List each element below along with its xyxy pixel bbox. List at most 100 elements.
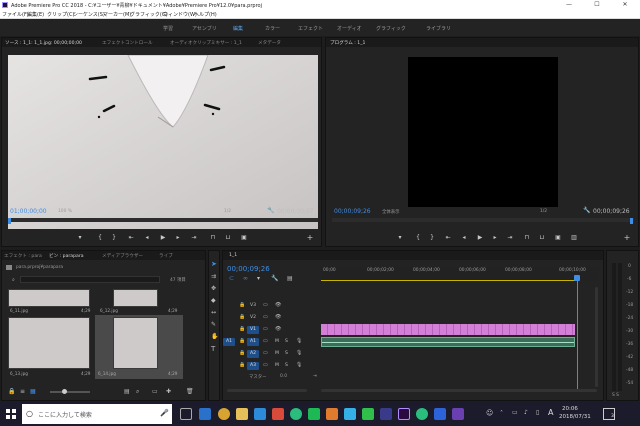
tab-effects[interactable]: エフェクト : para — [4, 253, 42, 259]
solo-button[interactable]: S — [285, 351, 288, 356]
linked-selection-icon[interactable]: ∞ — [243, 275, 248, 282]
export-frame-icon[interactable]: ▣ — [554, 234, 562, 241]
menu-file[interactable]: ファイル(F) — [2, 11, 29, 18]
program-time-ruler[interactable] — [332, 218, 634, 222]
selection-tool-icon[interactable]: ➤ — [211, 260, 217, 268]
track-label-a1[interactable]: A1 — [247, 338, 259, 346]
action-center-icon[interactable]: 3 — [603, 408, 615, 420]
pen-tool-icon[interactable]: ✎ — [211, 321, 216, 328]
add-button-icon[interactable]: + — [623, 233, 631, 242]
workspace-color[interactable]: カラー — [265, 25, 280, 32]
menu-sequence[interactable]: シーケンス(S) — [73, 11, 105, 18]
tab-libraries[interactable]: ライブ — [159, 253, 173, 259]
tab-sequence[interactable]: 1_1 — [229, 253, 237, 258]
timeline-timecode[interactable]: 00;00;09;26 — [227, 265, 270, 273]
source-playhead[interactable] — [8, 218, 11, 224]
eye-icon[interactable]: 👁 — [275, 314, 281, 320]
workspace-editing[interactable]: 編集 — [233, 25, 243, 32]
volume-icon[interactable]: ♪ — [524, 409, 528, 416]
track-zoom-scrollbar[interactable] — [227, 389, 307, 392]
app-icon[interactable] — [380, 408, 392, 420]
workspace-assembly[interactable]: アセンブリ — [192, 25, 217, 32]
clock-time[interactable]: 20:06 — [562, 406, 578, 412]
taskbar-search-box[interactable]: ○ ここに入力して検索 🎤 — [22, 404, 172, 424]
menu-edit[interactable]: 編集(E) — [27, 11, 44, 18]
workspace-effects[interactable]: エフェクト — [298, 25, 323, 32]
hand-tool-icon[interactable]: ✋ — [211, 333, 218, 340]
list-view-icon[interactable]: ≡ — [20, 388, 25, 395]
menu-window[interactable]: ウィンドウ(W) — [163, 11, 197, 18]
overwrite-icon[interactable]: ⊔ — [224, 234, 232, 241]
app-icon[interactable] — [434, 408, 446, 420]
windows-start-icon[interactable] — [6, 409, 16, 419]
workspace-graphics[interactable]: グラフィック — [376, 25, 406, 32]
settings-icon[interactable]: 🔧 — [271, 275, 278, 282]
battery-icon[interactable]: ▯ — [536, 409, 539, 416]
tab-media-browser[interactable]: メディアブラウザー — [102, 253, 143, 259]
play-icon[interactable]: ▶ — [159, 234, 167, 241]
video-clip-strip[interactable] — [321, 324, 575, 335]
tab-audio-clip-mixer[interactable]: オーディオクリップミキサー : 1_1 — [170, 40, 242, 46]
timeline-playhead-line[interactable] — [577, 281, 578, 391]
track-label-v2[interactable]: V2 — [247, 314, 259, 322]
mute-button[interactable]: M — [275, 363, 279, 368]
network-icon[interactable]: ▭ — [512, 409, 518, 416]
step-back-icon[interactable]: ◂ — [460, 234, 468, 241]
mark-in-icon[interactable]: { — [96, 234, 104, 241]
timeline-vertical-scrollbar[interactable] — [595, 287, 598, 387]
automate-to-sequence-icon[interactable]: ▤ — [124, 388, 130, 395]
sync-lock-icon[interactable]: ▭ — [263, 362, 268, 368]
step-forward-icon[interactable]: ▸ — [174, 234, 182, 241]
microphone-icon[interactable]: 🎙 — [296, 338, 302, 344]
program-playhead-timecode[interactable]: 00;00;09;26 — [334, 208, 371, 215]
track-label-v3[interactable]: V3 — [247, 302, 259, 310]
extract-icon[interactable]: ⊔ — [538, 234, 546, 241]
wrench-icon[interactable]: 🔧 — [267, 207, 274, 214]
app-icon[interactable] — [416, 408, 428, 420]
step-forward-icon[interactable]: ▸ — [491, 234, 499, 241]
task-view-icon[interactable] — [180, 408, 192, 420]
razor-tool-icon[interactable]: ◆ — [211, 297, 216, 304]
clock-date[interactable]: 2018/07/31 — [559, 414, 591, 420]
lock-icon[interactable]: 🔒 — [239, 350, 245, 356]
add-button-icon[interactable]: + — [306, 233, 314, 242]
track-label-a2[interactable]: A2 — [247, 350, 259, 358]
microphone-icon[interactable]: 🎙 — [296, 362, 302, 368]
sync-lock-icon[interactable]: ▭ — [263, 326, 268, 332]
source-time-ruler[interactable] — [8, 218, 318, 222]
insert-icon[interactable]: ⊓ — [209, 234, 217, 241]
premiere-taskbar-icon[interactable] — [398, 408, 410, 420]
sync-lock-icon[interactable]: ▭ — [263, 350, 268, 356]
store-icon[interactable] — [254, 408, 266, 420]
app-icon[interactable] — [290, 408, 302, 420]
clip-thumbnail[interactable] — [113, 317, 158, 369]
icon-view-icon[interactable]: ▦ — [30, 388, 36, 395]
find-icon[interactable]: ⌕ — [136, 388, 139, 396]
new-bin-icon[interactable]: ▭ — [152, 388, 158, 395]
track-select-tool-icon[interactable]: ⇉ — [211, 273, 216, 280]
tab-effect-controls[interactable]: エフェクトコントロール — [102, 40, 153, 46]
program-playhead[interactable] — [630, 218, 633, 224]
music-app-icon[interactable] — [272, 408, 284, 420]
solo-button[interactable]: S — [285, 339, 288, 344]
edge-icon[interactable] — [199, 408, 211, 420]
meter-solo-buttons[interactable]: S S — [612, 393, 619, 398]
go-to-out-icon[interactable]: ⇥ — [190, 234, 198, 241]
ime-indicator[interactable]: A — [548, 408, 553, 417]
mark-out-icon[interactable]: } — [110, 234, 118, 241]
bin-search-input[interactable] — [20, 276, 160, 283]
lock-icon[interactable]: 🔒 — [239, 302, 245, 308]
zoom-slider-handle[interactable] — [62, 389, 67, 394]
snap-icon[interactable]: ⊂ — [229, 275, 234, 282]
comparison-view-icon[interactable]: ▥ — [570, 234, 578, 241]
mark-in-icon[interactable]: { — [414, 234, 422, 241]
file-explorer-icon[interactable] — [236, 408, 248, 420]
step-back-icon[interactable]: ◂ — [143, 234, 151, 241]
lock-icon[interactable]: 🔒 — [239, 362, 245, 368]
sync-lock-icon[interactable]: ▭ — [263, 302, 268, 308]
maximize-button[interactable]: ☐ — [588, 1, 606, 9]
tab-source[interactable]: ソース : 1_1: 1_1.jpg: 00;00;00;00 — [5, 40, 82, 46]
tab-program[interactable]: プログラム : 1_1 — [330, 40, 365, 46]
spotify-icon[interactable] — [308, 408, 320, 420]
menu-help[interactable]: ヘルプ(H) — [194, 11, 217, 18]
